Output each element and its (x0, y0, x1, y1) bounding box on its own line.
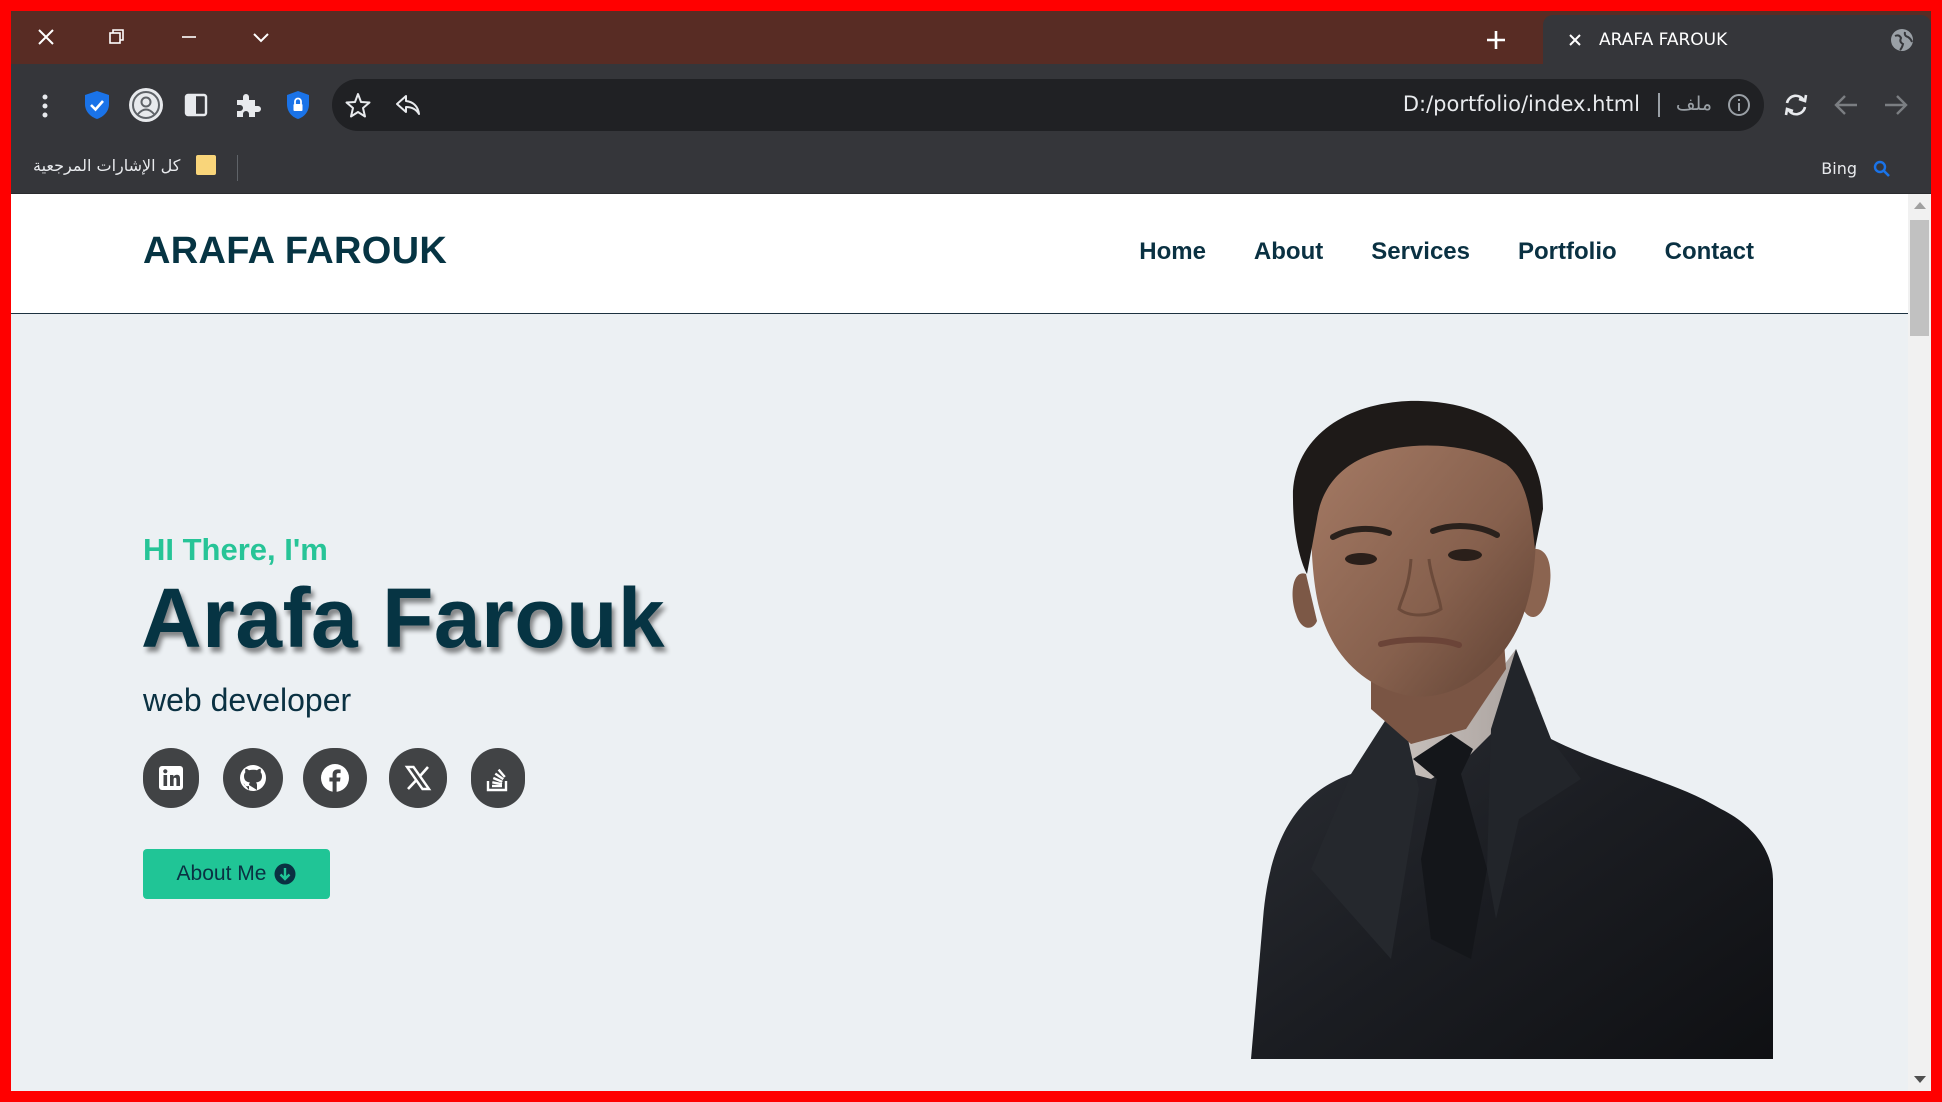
side-panel-icon[interactable] (182, 91, 210, 119)
site-navbar: ARAFA FAROUK Home About Services Portfol… (11, 194, 1908, 314)
tab-close-icon[interactable] (1565, 32, 1585, 48)
more-vert-icon[interactable] (33, 90, 57, 122)
tab-strip: ARAFA FAROUK (11, 11, 1931, 64)
profile-icon[interactable] (128, 87, 164, 123)
tab-active[interactable]: ARAFA FAROUK (1543, 15, 1931, 64)
url-text[interactable]: D:/portfolio/index.html (1403, 92, 1640, 116)
star-icon[interactable] (344, 91, 372, 119)
bookmarks-bar: كل الإشارات المرجعية Bing (11, 147, 1931, 194)
arrow-left-icon[interactable] (1831, 90, 1861, 120)
password-shield-icon[interactable] (283, 89, 313, 121)
nav-home[interactable]: Home (1139, 238, 1206, 266)
share-icon[interactable] (394, 91, 422, 119)
close-icon[interactable] (26, 19, 66, 55)
nav-services[interactable]: Services (1371, 238, 1470, 266)
browser-window: ARAFA FAROUK D:/portfolio/index.html ملف… (11, 11, 1931, 1091)
tab-title: ARAFA FAROUK (1599, 29, 1728, 50)
bookmark-bing-label: Bing (1821, 159, 1857, 178)
linkedin-icon[interactable] (143, 748, 199, 808)
bookmarks-divider (237, 155, 238, 181)
plus-icon (1487, 31, 1505, 49)
hero-role: web developer (143, 682, 352, 718)
all-bookmarks-label: كل الإشارات المرجعية (33, 155, 181, 175)
folder-icon (196, 155, 217, 175)
globe-icon (1889, 27, 1915, 53)
page-scrollbar[interactable] (1908, 194, 1931, 1091)
search-icon (1873, 160, 1891, 178)
puzzle-icon[interactable] (232, 90, 262, 120)
github-icon[interactable] (223, 748, 283, 808)
x-twitter-icon[interactable] (389, 748, 447, 808)
shield-check-icon[interactable] (81, 89, 113, 121)
web-page: ARAFA FAROUK Home About Services Portfol… (11, 194, 1931, 1091)
scroll-up-icon[interactable] (1914, 202, 1926, 209)
site-menu: Home About Services Portfolio Contact (1139, 238, 1754, 266)
url-divider (1658, 93, 1660, 117)
scroll-thumb[interactable] (1910, 220, 1929, 336)
hero-greeting: HI There, I'm (143, 532, 328, 567)
minimize-icon[interactable] (169, 19, 209, 55)
profile-photo (1251, 399, 1773, 1059)
new-tab-button[interactable] (1481, 25, 1511, 55)
arrow-right-icon[interactable] (1881, 90, 1911, 120)
chevron-down-icon[interactable] (241, 19, 281, 55)
address-bar[interactable]: D:/portfolio/index.html ملف (332, 79, 1764, 131)
url-protocol-label: ملف (1675, 93, 1712, 115)
about-me-label: About Me (176, 862, 267, 885)
browser-toolbar: D:/portfolio/index.html ملف (11, 64, 1931, 147)
site-logo[interactable]: ARAFA FAROUK (143, 230, 447, 273)
all-bookmarks-button[interactable]: كل الإشارات المرجعية (33, 155, 217, 175)
info-icon[interactable] (1726, 92, 1752, 118)
nav-about[interactable]: About (1254, 238, 1323, 266)
scroll-down-icon[interactable] (1914, 1076, 1926, 1083)
nav-contact[interactable]: Contact (1665, 238, 1754, 266)
about-me-button[interactable]: About Me (143, 849, 330, 899)
facebook-icon[interactable] (303, 748, 367, 808)
nav-portfolio[interactable]: Portfolio (1518, 238, 1617, 266)
bookmark-bing[interactable]: Bing (1821, 159, 1891, 178)
reload-icon[interactable] (1781, 90, 1811, 120)
stackoverflow-icon[interactable] (471, 748, 525, 808)
restore-icon[interactable] (97, 19, 137, 55)
hero-name: Arafa Farouk (141, 571, 666, 665)
arrow-down-circle-icon (274, 863, 296, 885)
